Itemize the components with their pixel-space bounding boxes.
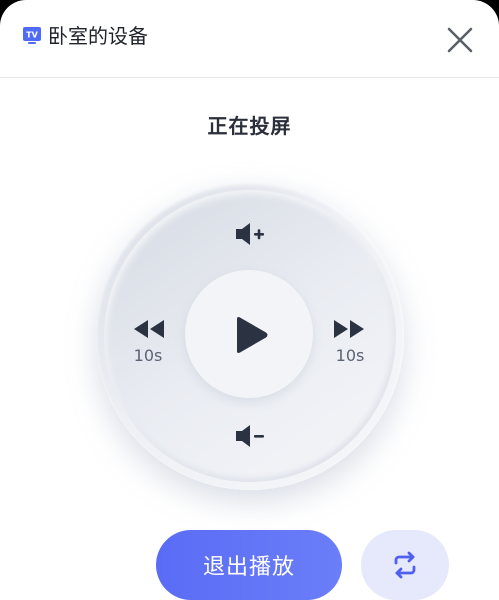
volume-down-button[interactable] <box>233 422 269 450</box>
rewind-icon <box>134 320 164 338</box>
tv-badge-text: TV <box>26 31 38 40</box>
play-icon <box>237 317 268 353</box>
device-name: 卧室的设备 <box>48 24 148 48</box>
casting-status-title: 正在投屏 <box>207 114 292 138</box>
volume-down-icon <box>236 425 264 447</box>
forward-10s-button[interactable]: 10s <box>326 318 374 378</box>
fast-forward-icon <box>334 320 364 338</box>
close-button[interactable] <box>440 20 480 60</box>
switch-device-icon <box>394 551 416 579</box>
close-icon <box>447 27 473 53</box>
header: TV 卧室的设备 <box>0 0 499 78</box>
volume-up-button[interactable] <box>233 220 269 248</box>
rewind-label: 10s <box>133 346 163 365</box>
switch-device-button[interactable] <box>361 530 449 600</box>
cast-control-sheet: TV 卧室的设备 正在投屏 10s 10s 退出播放 <box>0 0 499 600</box>
rewind-10s-button[interactable]: 10s <box>124 318 172 378</box>
volume-up-icon <box>236 223 264 245</box>
play-button[interactable] <box>185 270 313 398</box>
exit-playback-button[interactable]: 退出播放 <box>156 530 342 600</box>
tv-icon: TV <box>23 27 41 44</box>
forward-label: 10s <box>335 346 365 365</box>
